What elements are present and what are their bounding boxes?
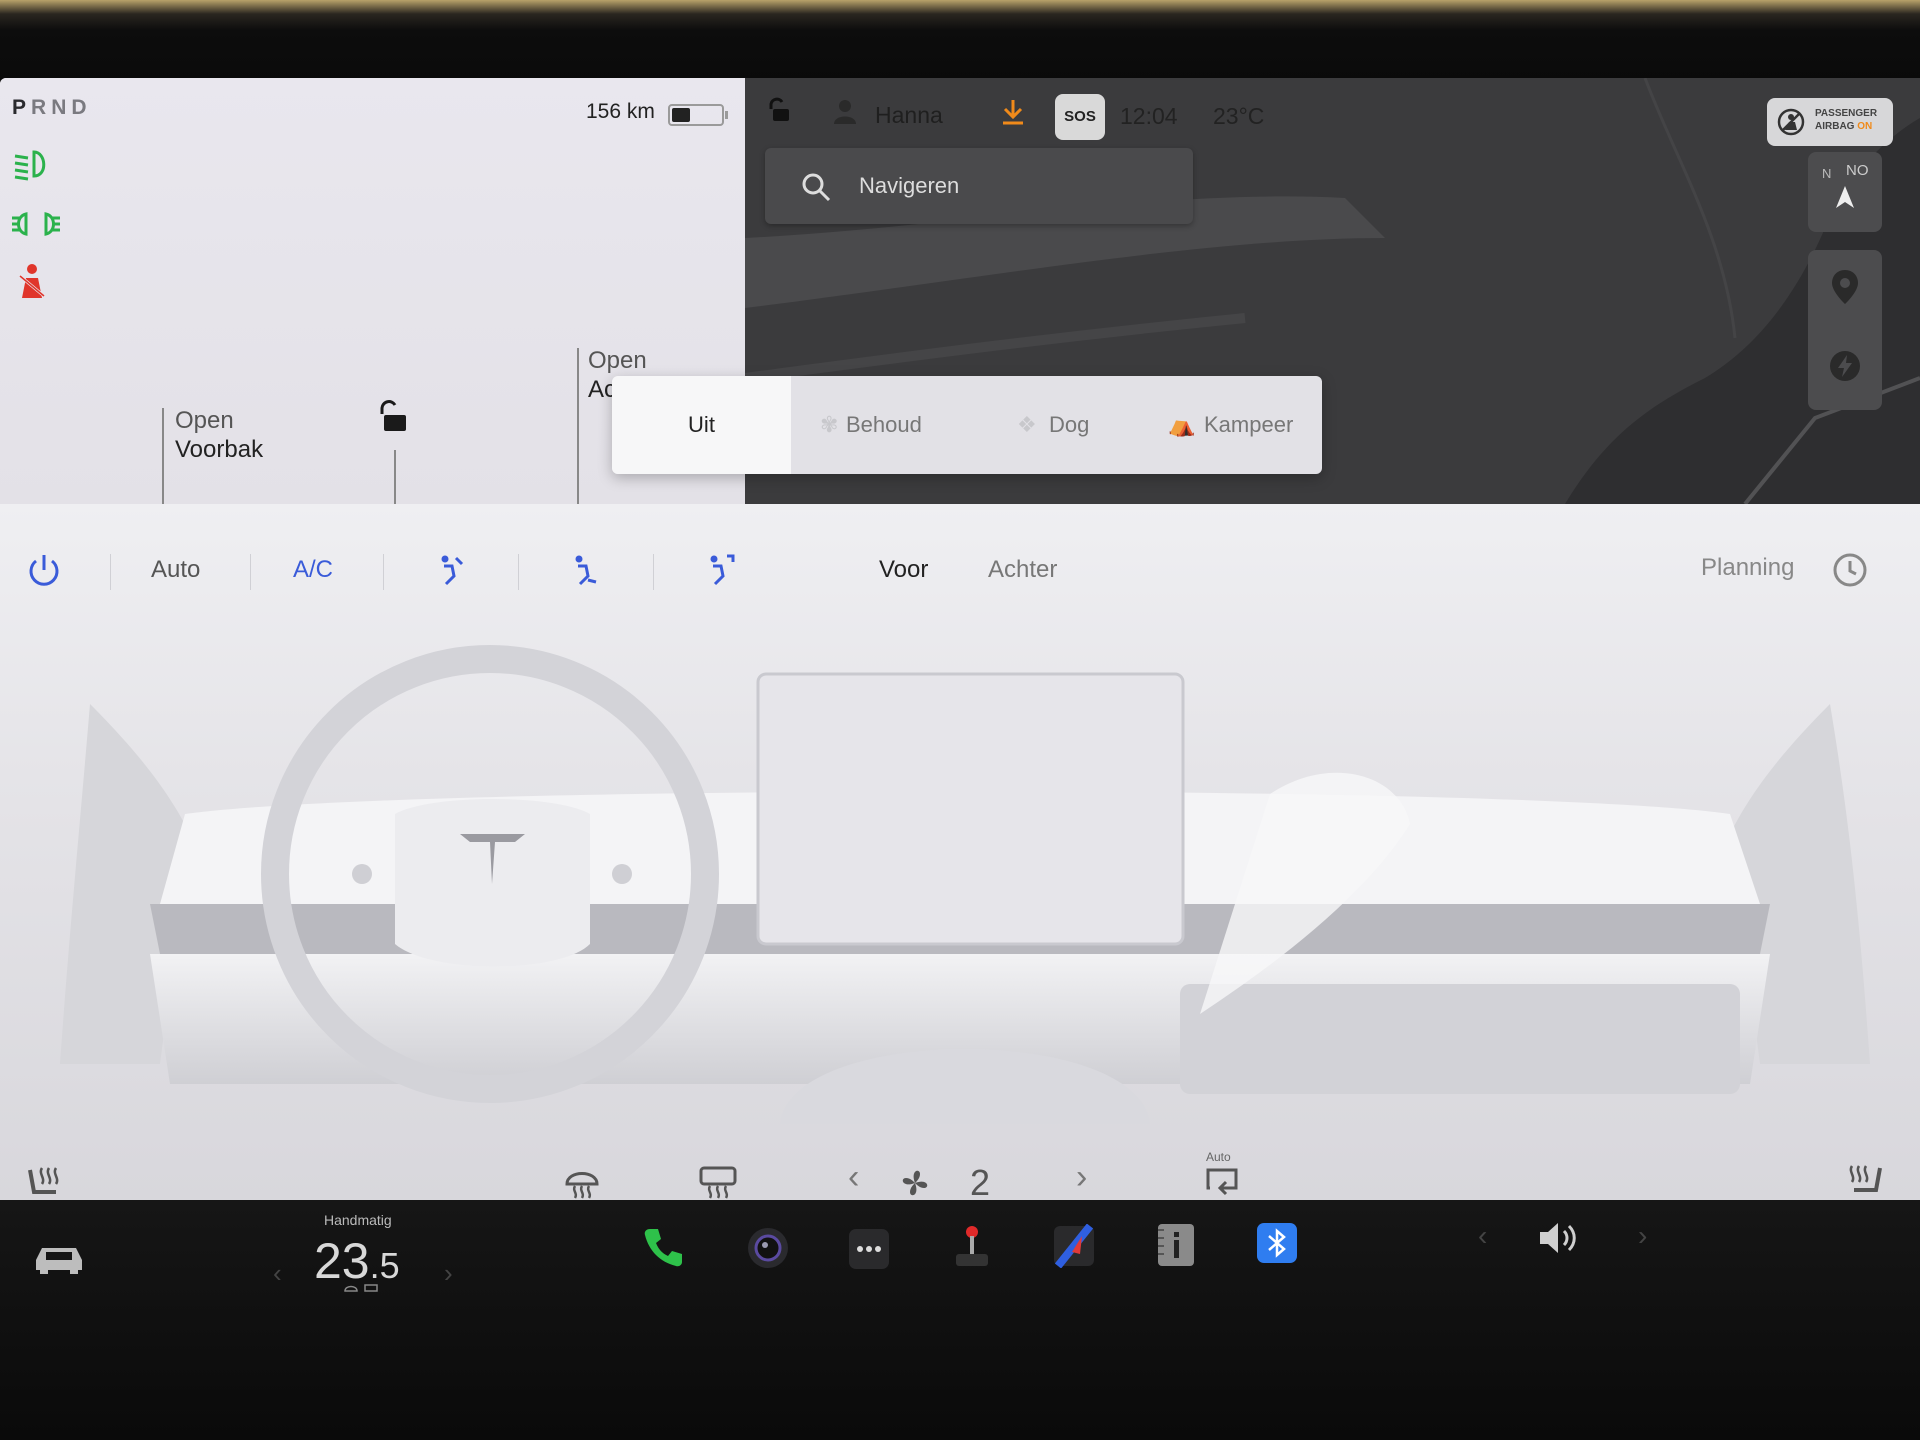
front-climate-tab[interactable]: Voor — [879, 556, 928, 584]
driver-seat-heater-icon[interactable] — [24, 1162, 64, 1200]
airbag-line1: PASSENGER — [1815, 108, 1878, 119]
climate-panel: Auto A/C Voor Achter Planning ‹ 2 › Auto — [0, 504, 1920, 1200]
temperature-whole: 23 — [314, 1233, 370, 1289]
airbag-line2: AIRBAG — [1815, 121, 1855, 132]
battery-icon — [668, 104, 728, 126]
gear-selector: PRND — [12, 96, 92, 120]
fan-speed-icon — [902, 1170, 928, 1196]
download-icon[interactable] — [1001, 98, 1025, 126]
range-readout: 156 km — [586, 100, 655, 123]
temperature-decimal: .5 — [369, 1245, 400, 1286]
climate-mode-selector: Uit ✾ Behoud ❖ Dog ⛺ Kampeer — [612, 376, 1322, 474]
airbag-icon — [1777, 108, 1805, 136]
recirculation-mode-label: Auto — [1206, 1150, 1231, 1164]
sos-button[interactable]: SOS — [1055, 94, 1105, 140]
fan-icon: ✾ — [820, 412, 839, 437]
temp-increase-button[interactable]: › — [444, 1258, 453, 1289]
cabin-illustration — [60, 645, 1870, 1124]
search-input[interactable]: Navigeren — [859, 173, 959, 199]
mode-dog-button[interactable]: ❖ Dog — [1017, 376, 1089, 474]
taskbar: ‹ Handmatig 23.5 › ‹ › — [0, 1200, 1920, 1440]
volume-icon[interactable] — [1536, 1218, 1582, 1258]
airbag-state: ON — [1857, 121, 1873, 132]
ac-button[interactable]: A/C — [293, 556, 333, 584]
more-apps-icon[interactable] — [848, 1228, 890, 1270]
navigation-app-icon[interactable] — [1052, 1224, 1096, 1268]
camera-icon[interactable] — [746, 1226, 790, 1270]
front-defrost-icon[interactable] — [563, 1164, 601, 1200]
manual-icon[interactable] — [1156, 1222, 1196, 1268]
user-profile-button[interactable]: Hanna — [875, 102, 943, 129]
airflow-feet-icon[interactable] — [570, 554, 600, 586]
tent-icon: ⛺ — [1168, 412, 1196, 437]
volume-increase-button[interactable]: › — [1638, 1220, 1647, 1252]
charging-icon[interactable] — [1829, 350, 1861, 382]
outside-temperature: 23°C — [1213, 103, 1265, 129]
fan-increase-button[interactable]: › — [1076, 1158, 1087, 1197]
touchscreen: PRND 156 km Open Voorbak Open Ac Hanna S… — [0, 78, 1920, 1200]
gear-n: N — [51, 96, 72, 119]
fan-speed-value: 2 — [970, 1162, 991, 1200]
location-pin-icon[interactable] — [1831, 270, 1859, 306]
compass-north: N — [1822, 166, 1832, 181]
temp-decrease-button[interactable]: ‹ — [273, 1258, 282, 1289]
bluetooth-icon[interactable] — [1256, 1222, 1298, 1264]
volume-decrease-button[interactable]: ‹ — [1478, 1220, 1487, 1252]
phone-icon[interactable] — [642, 1225, 686, 1269]
map-actions — [1808, 250, 1882, 410]
gear-d: D — [71, 96, 92, 119]
compass-heading: NO — [1846, 162, 1869, 179]
lock-status-icon[interactable] — [765, 96, 793, 124]
recirculation-icon[interactable] — [1204, 1166, 1240, 1198]
mode-kampeer-button[interactable]: ⛺ Kampeer — [1168, 376, 1293, 474]
cabin-temperature[interactable]: 23.5 — [314, 1232, 400, 1290]
rear-defrost-icon[interactable] — [698, 1164, 738, 1200]
gear-r: R — [31, 96, 52, 119]
arcade-icon[interactable] — [950, 1224, 994, 1270]
cabin-mode-label: Handmatig — [324, 1212, 392, 1228]
defrost-indicators-icon — [344, 1284, 378, 1292]
auto-button[interactable]: Auto — [151, 556, 200, 584]
clock: 12:04 — [1120, 103, 1178, 129]
clock-icon[interactable] — [1832, 552, 1868, 588]
planning-button[interactable]: Planning — [1701, 554, 1794, 582]
passenger-seat-heater-icon[interactable] — [1846, 1160, 1886, 1200]
unlocked-icon[interactable] — [376, 400, 410, 434]
frunk-name: Voorbak — [175, 436, 264, 463]
heading-arrow-icon — [1836, 186, 1854, 208]
car-menu-icon[interactable] — [32, 1240, 86, 1276]
battery-fill — [672, 108, 690, 122]
search-icon — [802, 173, 831, 202]
screen-bezel — [0, 0, 1920, 85]
seatbelt-warning-icon — [19, 264, 45, 298]
compass-button[interactable]: N NO — [1808, 152, 1882, 232]
navigation-search[interactable]: Navigeren — [765, 148, 1193, 224]
gear-p: P — [12, 96, 32, 119]
rear-climate-tab[interactable]: Achter — [988, 556, 1057, 584]
airflow-windshield-icon[interactable] — [705, 554, 735, 586]
power-icon[interactable] — [26, 552, 62, 588]
user-icon — [834, 100, 856, 124]
trunk-open-label: Open — [588, 347, 647, 374]
fog-lights-icon — [12, 212, 60, 236]
frunk-open-label: Open — [175, 407, 234, 434]
low-beam-icon — [14, 150, 46, 181]
mode-behoud-button[interactable]: ✾ Behoud — [820, 376, 922, 474]
fan-decrease-button[interactable]: ‹ — [848, 1158, 859, 1197]
frunk-open-button[interactable]: Open Voorbak — [175, 406, 263, 464]
airflow-face-icon[interactable] — [436, 554, 466, 586]
mode-uit-button[interactable]: Uit — [612, 376, 791, 474]
paw-icon: ❖ — [1017, 412, 1037, 437]
passenger-airbag-indicator: PASSENGER AIRBAG ON — [1767, 98, 1893, 146]
